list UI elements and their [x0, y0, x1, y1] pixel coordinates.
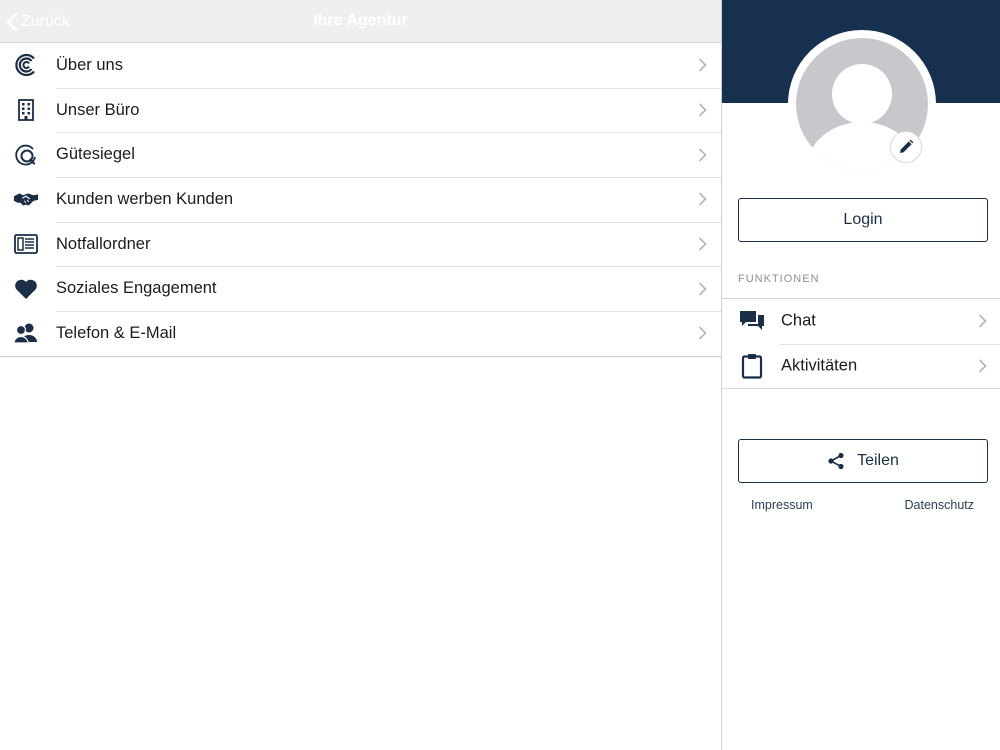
chevron-right-icon [978, 359, 987, 373]
menu-item-label: Unser Büro [56, 100, 140, 119]
function-label: Chat [781, 311, 816, 330]
profile-pane: Login FUNKTIONEN Chat Aktivitäten Teilen… [722, 0, 1000, 750]
menu-item-soziales-engagement[interactable]: Soziales Engagement [0, 266, 721, 311]
agency-menu: Über uns Unser Büro Gütesiegel Kunden we… [0, 43, 721, 357]
share-label: Teilen [857, 452, 899, 469]
chevron-right-icon [698, 237, 707, 251]
handshake-icon [13, 187, 39, 211]
menu-item-guetesiegel[interactable]: Gütesiegel [0, 132, 721, 177]
login-button[interactable]: Login [738, 198, 988, 242]
menu-item-label: Soziales Engagement [56, 279, 217, 298]
menu-item-unser-buero[interactable]: Unser Büro [0, 87, 721, 133]
datenschutz-link[interactable]: Datenschutz [905, 498, 974, 512]
contacts-icon [13, 321, 39, 345]
menu-item-label: Telefon & E-Mail [56, 323, 177, 342]
share-button[interactable]: Teilen [738, 439, 988, 483]
navigation-bar: Zurück Ihre Agentur [0, 0, 721, 43]
pencil-icon [900, 139, 914, 153]
menu-item-label: Kunden werben Kunden [56, 189, 234, 208]
functions-heading: FUNKTIONEN [738, 273, 820, 285]
chat-icon [739, 308, 765, 334]
menu-item-telefon-email[interactable]: Telefon & E-Mail [0, 311, 721, 356]
agency-pane: Zurück Ihre Agentur Über uns Unser Büro … [0, 0, 721, 750]
clipboard-icon [739, 353, 765, 379]
share-icon [828, 452, 844, 470]
folder-document-icon [13, 232, 39, 256]
menu-item-kunden-werben-kunden[interactable]: Kunden werben Kunden [0, 177, 721, 222]
function-item-chat[interactable]: Chat [722, 299, 1000, 344]
chevron-right-icon [698, 282, 707, 296]
edit-avatar-button[interactable] [890, 131, 922, 163]
impressum-link[interactable]: Impressum [751, 498, 813, 512]
functions-list: Chat Aktivitäten [722, 298, 1000, 389]
menu-item-ueber-uns[interactable]: Über uns [0, 43, 721, 88]
login-label: Login [843, 211, 883, 228]
menu-item-label: Gütesiegel [56, 145, 135, 164]
function-item-aktivitaeten[interactable]: Aktivitäten [722, 343, 1000, 389]
quality-seal-icon [13, 143, 39, 167]
menu-item-label: Über uns [56, 55, 123, 74]
chevron-right-icon [698, 148, 707, 162]
chevron-right-icon [698, 103, 707, 117]
function-label: Aktivitäten [781, 356, 858, 375]
chevron-right-icon [698, 192, 707, 206]
menu-item-label: Notfallordner [56, 234, 151, 253]
logo-c-icon [13, 53, 39, 77]
page-title: Ihre Agentur [313, 12, 408, 29]
heart-icon [13, 277, 39, 301]
chevron-right-icon [698, 326, 707, 341]
building-icon [13, 98, 39, 122]
chevron-right-icon [978, 314, 987, 328]
menu-item-notfallordner[interactable]: Notfallordner [0, 221, 721, 267]
chevron-right-icon [698, 58, 707, 72]
